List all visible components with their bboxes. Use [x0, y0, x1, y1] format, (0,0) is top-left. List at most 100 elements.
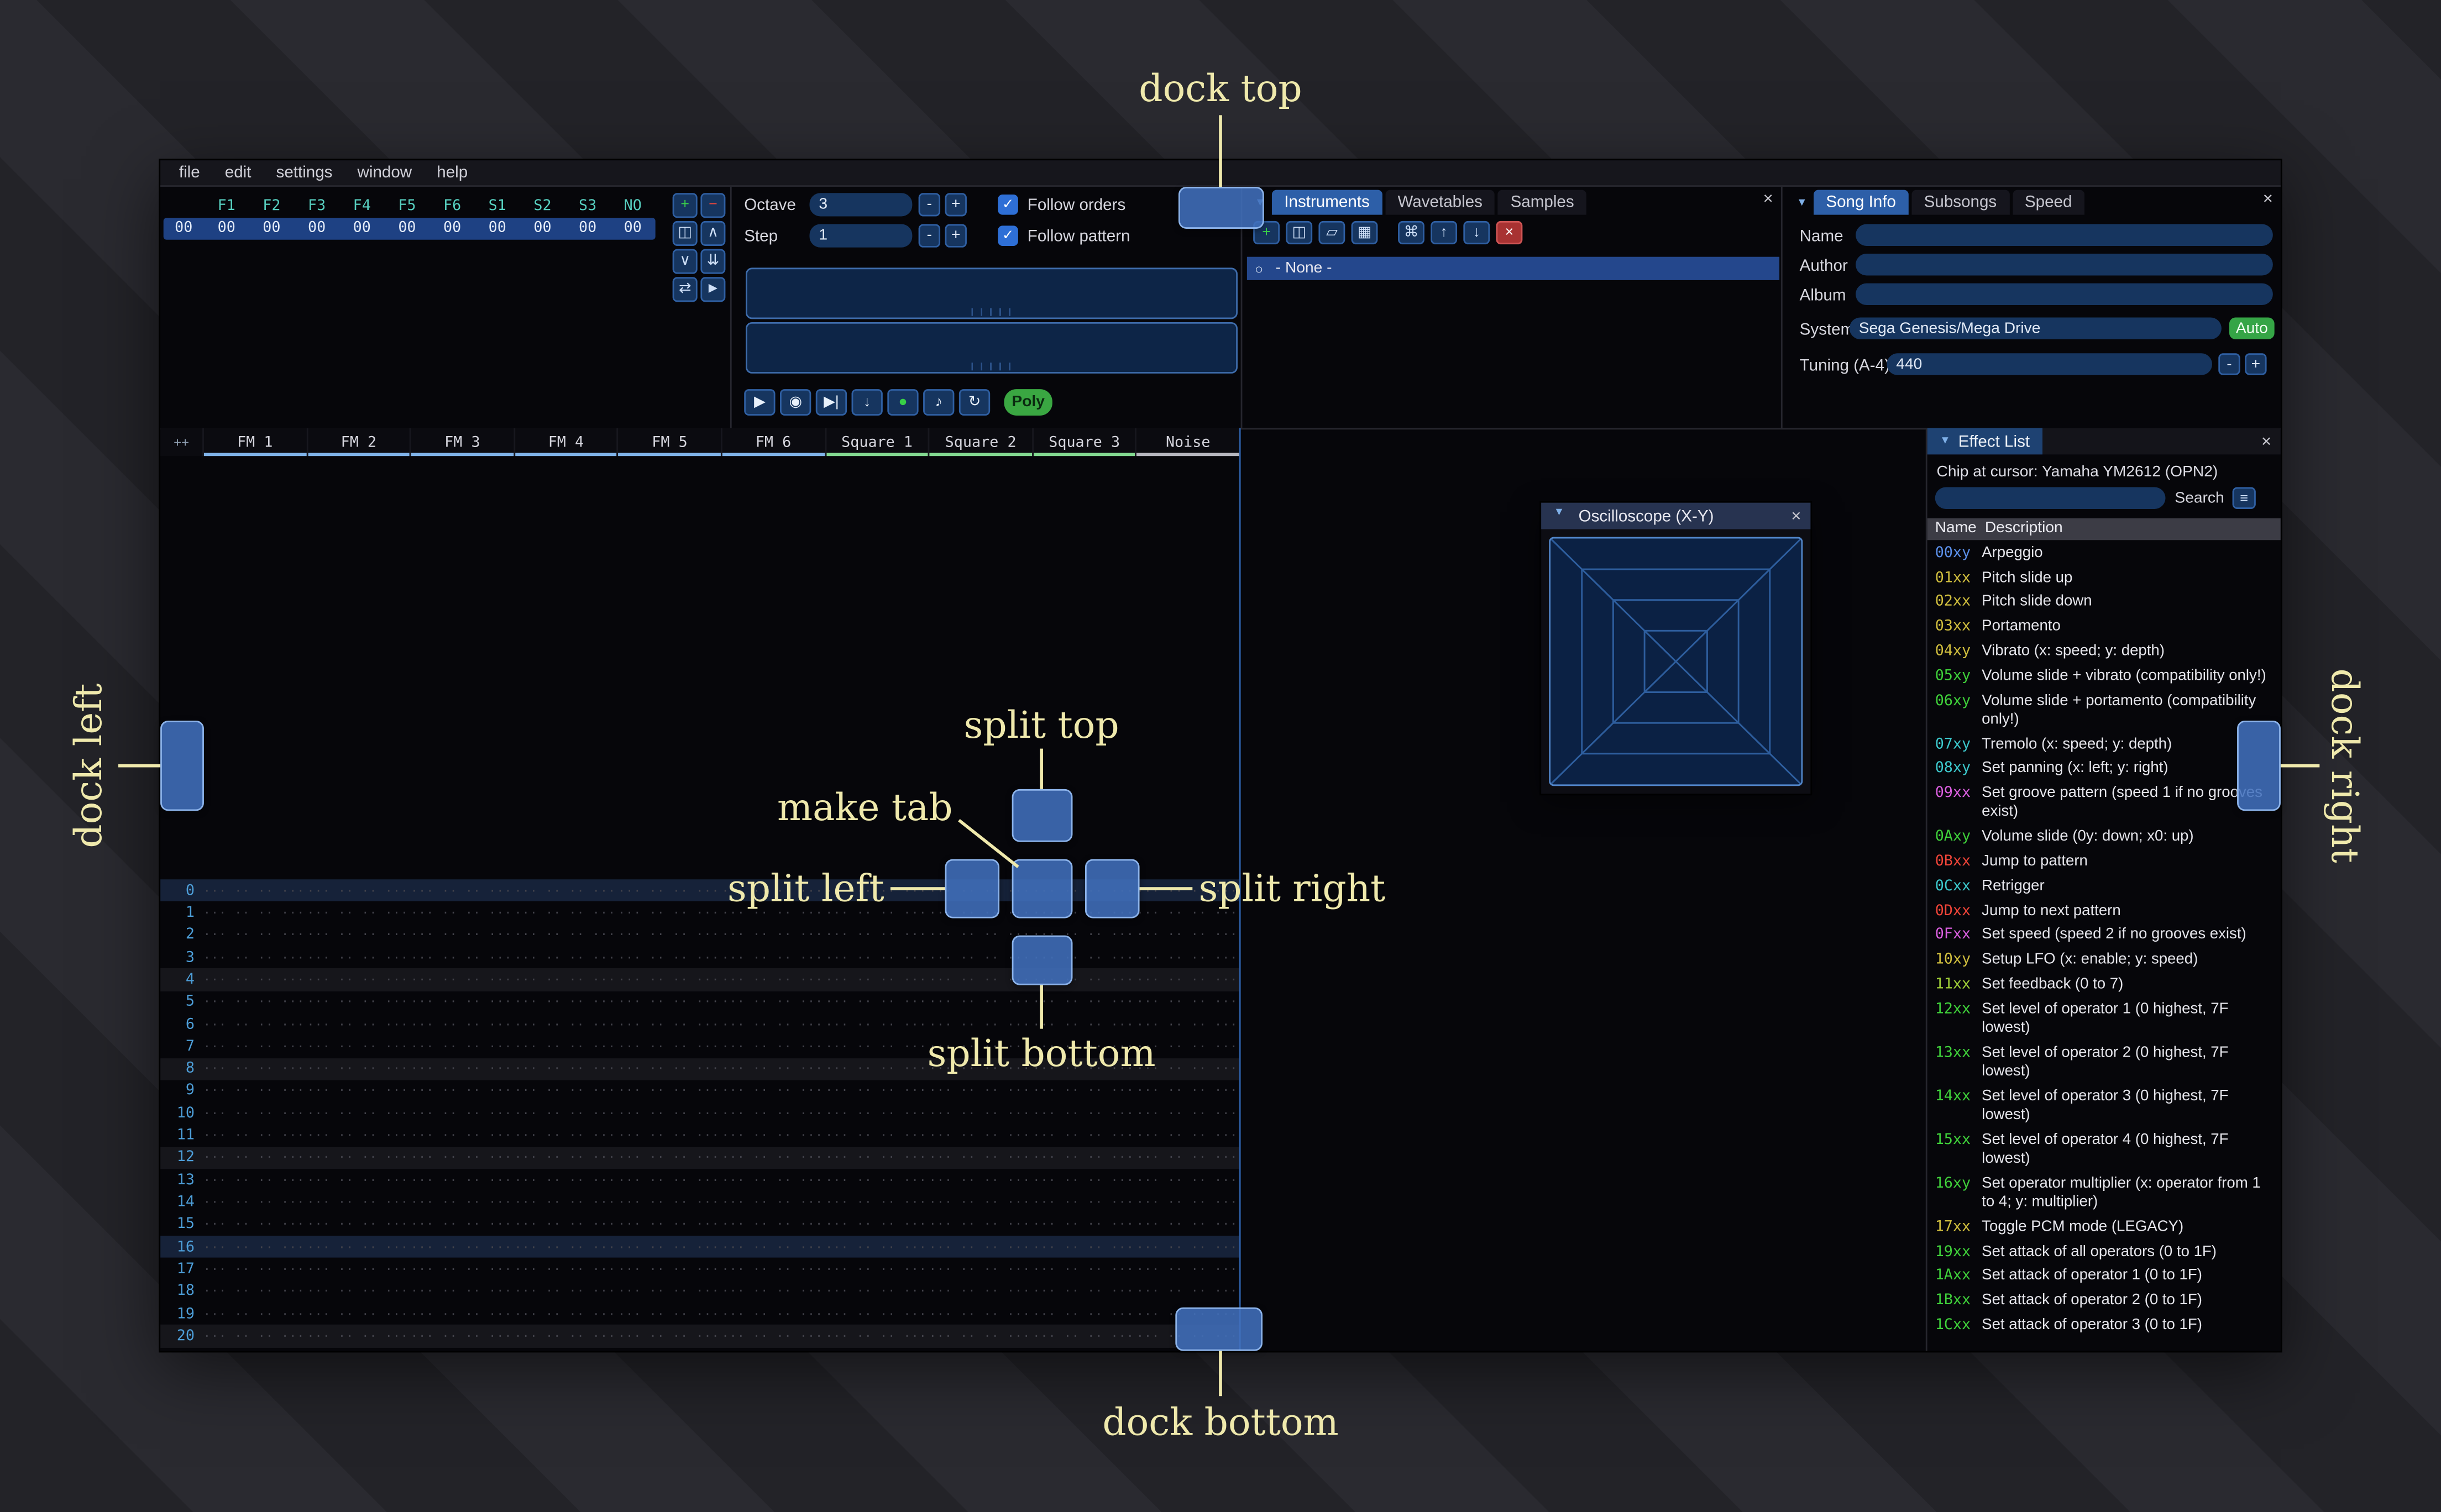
- pattern-cell[interactable]: ··· ·· ·· ···: [202, 1017, 306, 1031]
- pattern-cell[interactable]: ··· ·· ·· ···: [202, 884, 306, 897]
- play-button[interactable]: ▶: [744, 389, 776, 416]
- split-target-bottom[interactable]: [1012, 935, 1073, 985]
- pattern-cell[interactable]: ··· ·· ·· ···: [410, 1128, 514, 1142]
- pattern-row[interactable]: 0 ··· ·· ·· ··· ··· ·· ·· ··· ··· ·· ·· ···…: [160, 879, 1239, 902]
- pattern-cell[interactable]: ··· ·· ·· ···: [721, 1240, 825, 1254]
- chevron-down-icon[interactable]: ▼: [1796, 198, 1808, 209]
- pattern-cell[interactable]: ··· ·· ·· ···: [410, 1307, 514, 1321]
- pattern-row[interactable]: 20 ··· ·· ·· ··· ··· ·· ·· ··· ··· ·· ·· ··…: [160, 1325, 1239, 1347]
- effect-row[interactable]: 09xx Set groove pattern (speed 1 if no gr…: [1927, 782, 2281, 826]
- channel-header-fm-4[interactable]: FM 4: [513, 428, 617, 456]
- pattern-cell[interactable]: ··· ·· ·· ···: [306, 1062, 410, 1075]
- pattern-row[interactable]: 1 ··· ·· ·· ··· ··· ·· ·· ··· ··· ·· ·· ···…: [160, 902, 1239, 924]
- close-icon[interactable]: ×: [1763, 190, 1773, 209]
- pattern-cell[interactable]: ··· ·· ·· ···: [514, 951, 617, 964]
- tuning-decrease-button[interactable]: -: [2218, 353, 2240, 375]
- pattern-cell[interactable]: ··· ·· ·· ···: [928, 1151, 1032, 1164]
- pattern-cell[interactable]: ··· ·· ·· ···: [824, 1262, 928, 1276]
- pattern-cell[interactable]: ··· ·· ·· ···: [721, 973, 825, 986]
- pattern-cell[interactable]: ··· ·· ·· ···: [410, 1217, 514, 1231]
- piano-keyboard-lower[interactable]: [746, 322, 1238, 374]
- pattern-cell[interactable]: ··· ·· ·· ···: [202, 1040, 306, 1053]
- pattern-row[interactable]: 15 ··· ·· ·· ··· ··· ·· ·· ··· ··· ·· ·· ··…: [160, 1214, 1239, 1236]
- dock-target-left[interactable]: [160, 720, 204, 811]
- pattern-cell[interactable]: ··· ·· ·· ···: [824, 1084, 928, 1098]
- effect-row[interactable]: 03xx Portamento: [1927, 616, 2281, 640]
- pattern-cell[interactable]: ··· ·· ·· ···: [1032, 1017, 1136, 1031]
- pattern-cell[interactable]: ··· ·· ·· ···: [824, 973, 928, 986]
- pattern-cell[interactable]: ··· ·· ·· ···: [617, 1040, 721, 1053]
- pattern-cell[interactable]: ··· ·· ·· ···: [928, 1240, 1032, 1254]
- pattern-cell[interactable]: ··· ·· ·· ···: [617, 1084, 721, 1098]
- channel-header-square-3[interactable]: Square 3: [1031, 428, 1136, 456]
- pattern-cell[interactable]: ··· ·· ·· ···: [202, 1217, 306, 1231]
- channel-header-square-1[interactable]: Square 1: [824, 428, 928, 456]
- pattern-cell[interactable]: ··· ·· ·· ···: [410, 1106, 514, 1120]
- step-decrease-button[interactable]: -: [918, 224, 941, 248]
- pattern-cell[interactable]: ··· ·· ·· ···: [410, 1195, 514, 1209]
- octave-decrease-button[interactable]: -: [918, 193, 941, 217]
- tab-song-info[interactable]: Song Info: [1813, 190, 1909, 215]
- pattern-cell[interactable]: ··· ·· ·· ···: [202, 1106, 306, 1120]
- pattern-cell[interactable]: ··· ·· ·· ···: [617, 1017, 721, 1031]
- menu-item-window[interactable]: window: [345, 164, 425, 182]
- pattern-cell[interactable]: ··· ·· ·· ···: [514, 1307, 617, 1321]
- pattern-cell[interactable]: ··· ·· ·· ···: [514, 1195, 617, 1209]
- pattern-cell[interactable]: ··· ·· ·· ···: [824, 995, 928, 1009]
- order-cell-s2[interactable]: 00: [520, 218, 565, 239]
- pattern-cell[interactable]: ··· ·· ·· ···: [617, 884, 721, 897]
- octave-increase-button[interactable]: +: [945, 193, 967, 217]
- pattern-row[interactable]: 17 ··· ·· ·· ··· ··· ·· ·· ··· ··· ·· ·· ··…: [160, 1258, 1239, 1280]
- add-order-button[interactable]: +: [672, 193, 698, 218]
- pattern-cell[interactable]: ··· ·· ·· ···: [202, 1173, 306, 1187]
- pattern-cell[interactable]: ··· ·· ·· ···: [928, 1262, 1032, 1276]
- pattern-row[interactable]: 11 ··· ·· ·· ··· ··· ·· ·· ··· ··· ·· ·· ··…: [160, 1125, 1239, 1147]
- pattern-cell[interactable]: ··· ·· ·· ···: [1135, 1084, 1239, 1098]
- pattern-cell[interactable]: ··· ·· ·· ···: [410, 1240, 514, 1254]
- pattern-cell[interactable]: ··· ·· ·· ···: [410, 884, 514, 897]
- author-input[interactable]: [1856, 254, 2273, 276]
- order-cell-f1[interactable]: 00: [204, 218, 249, 239]
- pattern-cell[interactable]: ··· ·· ·· ···: [514, 1329, 617, 1343]
- pattern-cell[interactable]: ··· ·· ·· ···: [202, 1128, 306, 1142]
- channel-header-fm-6[interactable]: FM 6: [720, 428, 825, 456]
- pattern-cell[interactable]: ··· ·· ·· ···: [1032, 1262, 1136, 1276]
- pattern-cell[interactable]: ··· ·· ·· ···: [202, 1262, 306, 1276]
- follow-pattern-checkbox[interactable]: ✓: [998, 225, 1018, 246]
- pattern-cell[interactable]: ··· ·· ·· ···: [824, 1217, 928, 1231]
- repeat-pattern-button[interactable]: ↻: [958, 389, 991, 416]
- effect-row[interactable]: 13xx Set level of operator 2 (0 highest, …: [1927, 1041, 2281, 1085]
- pattern-row[interactable]: 3 ··· ·· ·· ··· ··· ·· ·· ··· ··· ·· ·· ···…: [160, 946, 1239, 968]
- pattern-cell[interactable]: ··· ·· ·· ···: [1032, 1217, 1136, 1231]
- effect-row[interactable]: 10xy Setup LFO (x: enable; y: speed): [1927, 948, 2281, 973]
- pattern-cell[interactable]: ··· ·· ·· ···: [721, 1062, 825, 1075]
- channel-header-fm-5[interactable]: FM 5: [617, 428, 721, 456]
- pattern-cell[interactable]: ··· ·· ·· ···: [617, 1173, 721, 1187]
- pattern-cell[interactable]: ··· ·· ·· ···: [1135, 995, 1239, 1009]
- pattern-cell[interactable]: ··· ·· ·· ···: [306, 1284, 410, 1298]
- pattern-cell[interactable]: ··· ·· ·· ···: [1135, 1262, 1239, 1276]
- effect-row[interactable]: 0Axy Volume slide (0y: down; x0: up): [1927, 826, 2281, 850]
- pattern-cell[interactable]: ··· ·· ·· ···: [306, 951, 410, 964]
- pattern-row[interactable]: 13 ··· ·· ·· ··· ··· ·· ·· ··· ··· ·· ·· ··…: [160, 1169, 1239, 1191]
- step-one-row-button[interactable]: ↓: [851, 389, 883, 416]
- pattern-cell[interactable]: ··· ·· ·· ···: [721, 1128, 825, 1142]
- oscilloscope-titlebar[interactable]: ▼ Oscilloscope (X-Y) ×: [1541, 502, 1811, 529]
- record-button[interactable]: ●: [887, 389, 919, 416]
- pattern-cell[interactable]: ··· ·· ·· ···: [928, 1329, 1032, 1343]
- pattern-cell[interactable]: ··· ·· ·· ···: [617, 906, 721, 920]
- effect-row[interactable]: 05xy Volume slide + vibrato (compatibilit…: [1927, 665, 2281, 689]
- play-song-button[interactable]: ◉: [779, 389, 811, 416]
- pattern-cell[interactable]: ··· ·· ·· ···: [617, 1106, 721, 1120]
- pattern-cell[interactable]: ··· ·· ·· ···: [306, 1307, 410, 1321]
- metronome-button[interactable]: ♪: [923, 389, 955, 416]
- pattern-cell[interactable]: ··· ·· ·· ···: [928, 1084, 1032, 1098]
- pattern-cell[interactable]: ··· ·· ·· ···: [617, 1329, 721, 1343]
- pattern-cell[interactable]: ··· ·· ·· ···: [202, 906, 306, 920]
- pattern-cell[interactable]: ··· ·· ·· ···: [514, 1017, 617, 1031]
- pattern-cell[interactable]: ··· ·· ·· ···: [1032, 1307, 1136, 1321]
- follow-orders-checkbox[interactable]: ✓: [998, 195, 1018, 215]
- pattern-cell[interactable]: ··· ·· ·· ···: [617, 1284, 721, 1298]
- pattern-cell[interactable]: ··· ·· ·· ···: [202, 1084, 306, 1098]
- pattern-cell[interactable]: ··· ·· ·· ···: [306, 973, 410, 986]
